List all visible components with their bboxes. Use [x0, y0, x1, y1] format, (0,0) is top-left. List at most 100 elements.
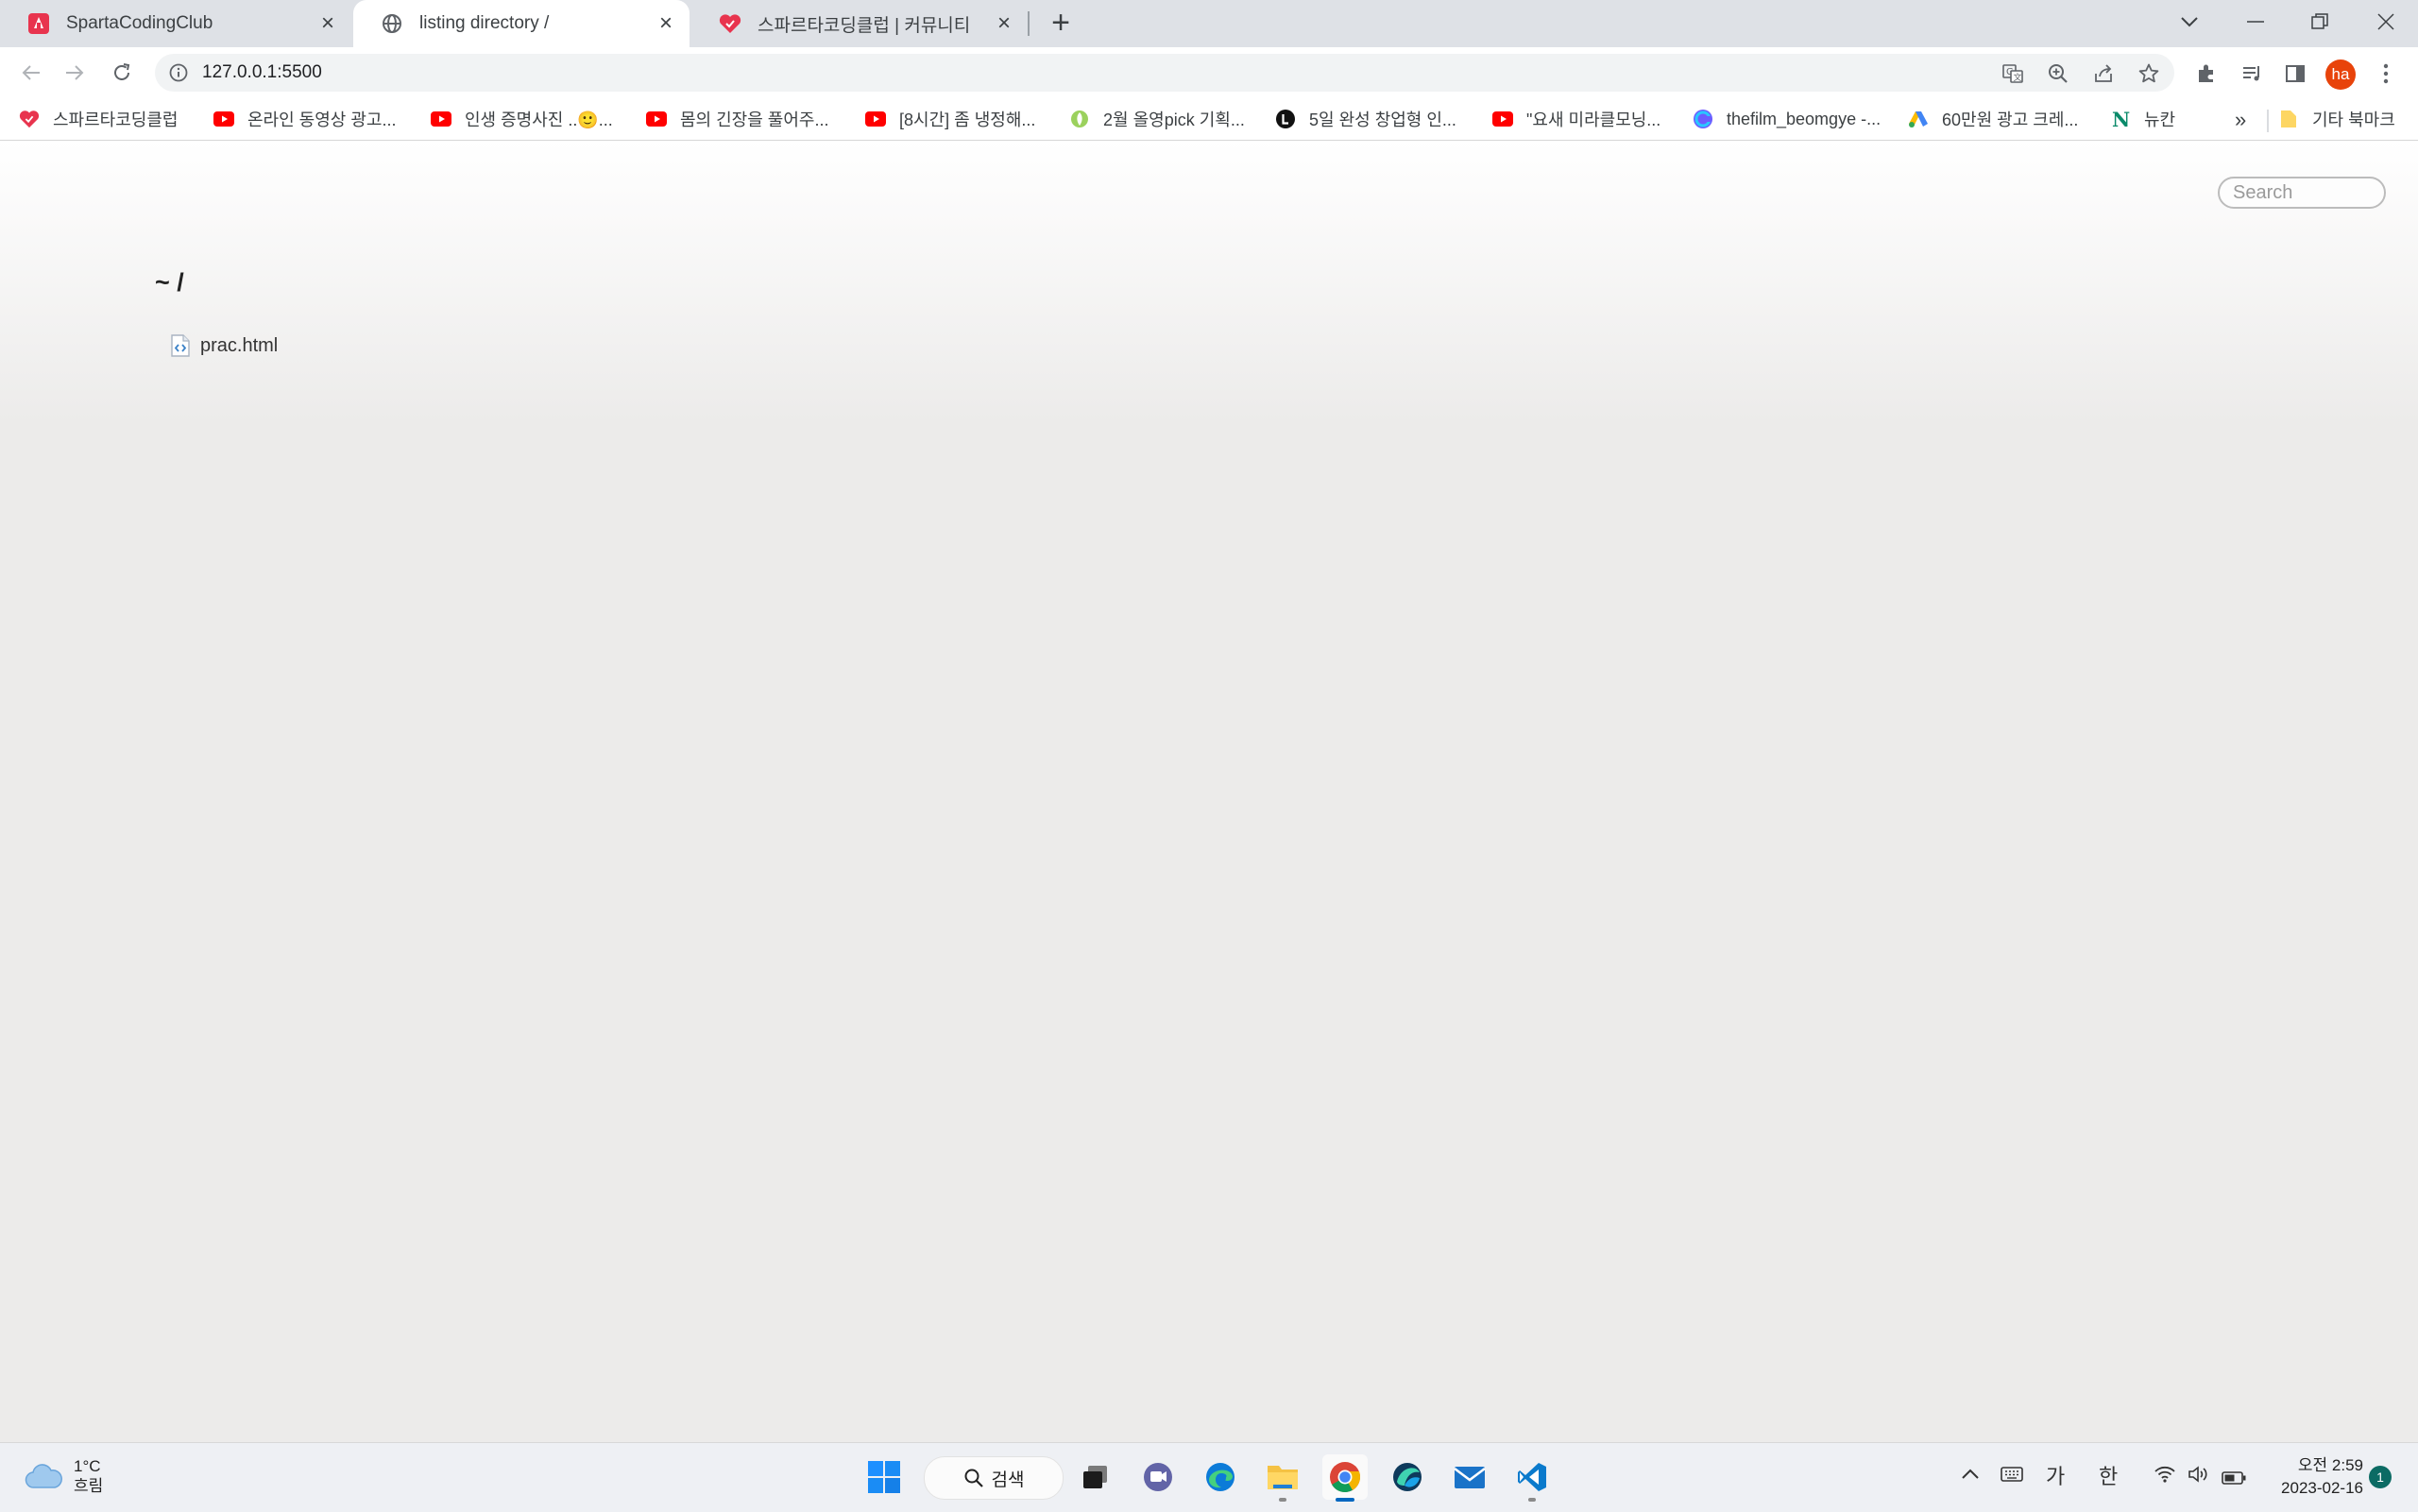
c-icon [1693, 109, 1713, 129]
mail-icon [1454, 1467, 1486, 1488]
bookmarks-bar: 스파르타코딩클럽 온라인 동영상 광고... 인생 증명사진 ..🙂... 몸의… [0, 98, 2418, 141]
sparta-icon [26, 11, 51, 36]
oliveyoung-icon [1069, 109, 1090, 129]
google-ads-icon [1908, 109, 1929, 129]
task-view-button[interactable] [1073, 1454, 1118, 1500]
page-content: ~ / prac.html [0, 141, 2418, 1442]
menu-kebab-icon[interactable] [2373, 60, 2399, 87]
bookmark-item[interactable]: 스파르타코딩클럽 [19, 106, 178, 132]
bookmark-star-icon[interactable] [2137, 61, 2161, 86]
bookmark-label: thefilm_beomgye -... [1727, 109, 1882, 128]
share-icon[interactable] [2091, 61, 2116, 86]
bookmark-item[interactable]: 온라인 동영상 광고... [213, 106, 396, 132]
clock[interactable]: 오전 2:59 2023-02-16 [2259, 1454, 2363, 1500]
taskbar-search[interactable]: 검색 [924, 1456, 1064, 1500]
close-tab-icon[interactable]: × [317, 10, 338, 36]
close-tab-icon[interactable]: × [994, 10, 1014, 36]
bookmark-divider [2267, 110, 2269, 132]
tab-listing-directory[interactable]: listing directory / × [353, 0, 690, 47]
bookmark-label: 몸의 긴장을 풀어주... [680, 110, 829, 129]
tab-sparta[interactable]: SpartaCodingClub × [0, 0, 351, 47]
keyboard-icon[interactable] [2001, 1464, 2023, 1488]
bookmark-item[interactable]: [8시간] 좀 냉정해... [865, 106, 1035, 132]
clock-time: 오전 2:59 [2297, 1456, 2363, 1474]
sparta-heart-icon [718, 11, 742, 36]
tab-search-chevron-icon[interactable] [2171, 6, 2208, 38]
chrome-button[interactable] [1322, 1454, 1368, 1502]
svg-text:文: 文 [2014, 72, 2022, 83]
mail-button[interactable] [1447, 1454, 1492, 1500]
cloud-icon [25, 1464, 62, 1488]
show-hidden-icons-chevron-icon[interactable] [1961, 1462, 1980, 1487]
address-bar[interactable]: 127.0.0.1:5500 G文 [155, 54, 2174, 92]
site-info-icon[interactable] [168, 62, 189, 83]
teams-chat-button[interactable] [1135, 1454, 1181, 1500]
tab-title: listing directory / [419, 13, 550, 33]
bookmark-item[interactable]: 5일 완성 창업형 인... [1275, 106, 1456, 132]
bookmark-label: 스파르타코딩클럽 [53, 110, 179, 129]
running-indicator [1528, 1498, 1536, 1502]
sparta-heart-icon [19, 109, 40, 129]
youtube-icon [213, 109, 234, 129]
back-button[interactable] [13, 55, 49, 91]
tab-strip: SpartaCodingClub × listing directory / ×… [0, 0, 2418, 47]
folder-icon [2278, 109, 2299, 129]
edge-button[interactable] [1198, 1454, 1243, 1500]
more-bookmarks-button[interactable]: » [2235, 108, 2246, 132]
close-window-button[interactable] [2367, 6, 2405, 38]
running-indicator [1279, 1498, 1286, 1502]
bookmark-item[interactable]: "요새 미라클모닝... [1492, 106, 1660, 132]
reload-button[interactable] [104, 55, 140, 91]
taskbar: 1°C 흐림 검색 가 한 오전 2:59 2023-02-16 1 [0, 1442, 2418, 1512]
bookmark-label: [8시간] 좀 냉정해... [899, 110, 1036, 129]
clock-date: 2023-02-16 [2281, 1479, 2363, 1497]
bookmark-label: 60만원 광고 크레... [1942, 110, 2079, 129]
translate-icon[interactable]: G文 [2001, 61, 2025, 86]
weather-widget[interactable]: 1°C 흐림 [25, 1456, 103, 1496]
zoom-icon[interactable] [2046, 61, 2070, 86]
start-button[interactable] [861, 1454, 907, 1500]
extensions-icon[interactable] [2193, 60, 2220, 87]
wifi-icon[interactable] [2154, 1464, 2176, 1488]
file-link[interactable]: prac.html [170, 334, 278, 357]
youtube-icon [1492, 109, 1513, 129]
ime-mode-indicator[interactable]: 가 [2046, 1460, 2065, 1490]
restore-button[interactable] [2301, 6, 2339, 38]
tab-sparta-community[interactable]: 스파르타코딩클럽 | 커뮤니티 × [691, 0, 1028, 47]
bookmark-item[interactable]: 2월 올영pick 기획... [1069, 106, 1245, 132]
volume-icon[interactable] [2188, 1464, 2210, 1488]
bookmark-item[interactable]: 60만원 광고 크레... [1908, 106, 2078, 132]
battery-icon[interactable] [2222, 1466, 2246, 1490]
profile-avatar[interactable]: ha [2325, 59, 2356, 90]
bookmark-label: 5일 완성 창업형 인... [1309, 110, 1456, 129]
minimize-button[interactable] [2237, 6, 2274, 38]
edge-icon [1206, 1463, 1235, 1491]
app-logo-icon [1393, 1463, 1422, 1491]
search-input[interactable] [2218, 177, 2386, 209]
side-panel-icon[interactable] [2282, 60, 2308, 87]
youtube-icon [865, 109, 886, 129]
other-bookmarks-folder[interactable]: 기타 북마크 [2278, 106, 2395, 132]
new-tab-button[interactable]: + [1047, 7, 1075, 39]
media-queue-icon[interactable] [2239, 60, 2265, 87]
browser-toolbar: 127.0.0.1:5500 G文 ha [0, 47, 2418, 98]
youtube-icon [646, 109, 667, 129]
bookmark-label: 뉴칸 [2144, 110, 2176, 129]
file-explorer-button[interactable] [1260, 1454, 1305, 1502]
forward-button[interactable] [57, 55, 93, 91]
running-indicator [1336, 1498, 1354, 1502]
app-button[interactable] [1385, 1454, 1430, 1500]
globe-icon [380, 11, 404, 36]
n-icon: N [2110, 109, 2131, 129]
bookmark-item[interactable]: thefilm_beomgye -... [1693, 106, 1881, 132]
windows-icon [868, 1461, 900, 1493]
notification-badge[interactable]: 1 [2369, 1466, 2392, 1488]
vscode-button[interactable] [1509, 1454, 1555, 1502]
close-tab-icon[interactable]: × [656, 10, 676, 36]
bookmark-item[interactable]: 인생 증명사진 ..🙂... [431, 106, 613, 132]
taskbar-search-label: 검색 [991, 1470, 1025, 1490]
ime-language-indicator[interactable]: 한 [2099, 1460, 2118, 1490]
tab-title: 스파르타코딩클럽 | 커뮤니티 [758, 15, 971, 36]
bookmark-item[interactable]: N 뉴칸 [2110, 106, 2175, 132]
bookmark-item[interactable]: 몸의 긴장을 풀어주... [646, 106, 828, 132]
